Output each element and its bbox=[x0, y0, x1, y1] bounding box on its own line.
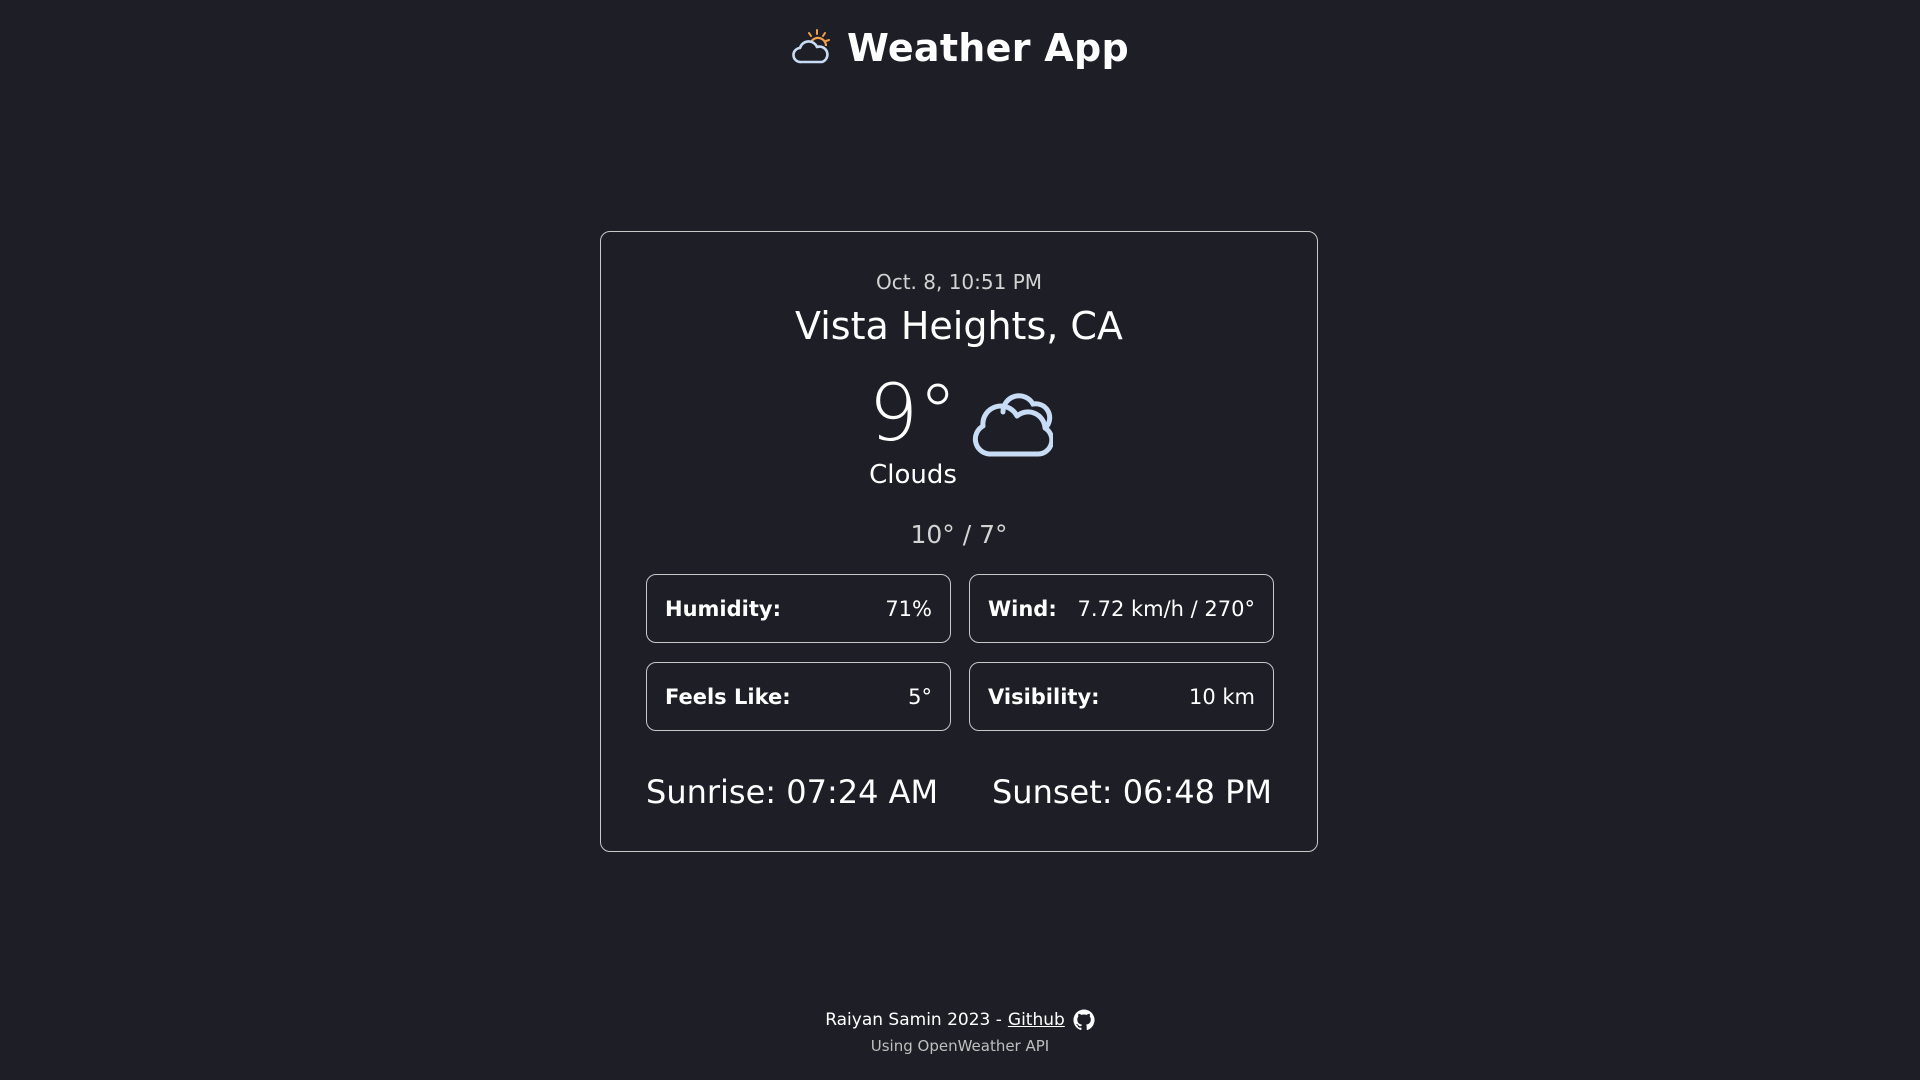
high-low-temperature: 10° / 7° bbox=[910, 520, 1008, 549]
current-temperature: 9° bbox=[868, 369, 958, 459]
wind-label: Wind: bbox=[988, 596, 1057, 621]
visibility-label: Visibility: bbox=[988, 684, 1100, 709]
visibility-value: 10 km bbox=[1188, 684, 1255, 709]
visibility-stat: Visibility: 10 km bbox=[969, 662, 1274, 731]
city-name: Vista Heights, CA bbox=[795, 304, 1123, 348]
app-title: Weather App bbox=[846, 26, 1130, 70]
humidity-label: Humidity: bbox=[665, 596, 781, 621]
app-header: Weather App bbox=[0, 26, 1920, 70]
weather-card: Oct. 8, 10:51 PM Vista Heights, CA 9° Cl… bbox=[600, 231, 1318, 852]
feels-like-label: Feels Like: bbox=[665, 684, 791, 709]
weather-condition: Clouds bbox=[869, 460, 957, 490]
footer: Raiyan Samin 2023 - Github Using OpenWea… bbox=[0, 1009, 1920, 1055]
wind-stat: Wind: 7.72 km/h / 270° bbox=[969, 574, 1274, 643]
feels-like-value: 5° bbox=[908, 684, 932, 709]
humidity-stat: Humidity: 71% bbox=[646, 574, 951, 643]
feels-like-stat: Feels Like: 5° bbox=[646, 662, 951, 731]
github-link[interactable]: Github bbox=[1008, 1010, 1065, 1030]
temperature-block: 9° Clouds bbox=[863, 372, 963, 490]
github-icon[interactable] bbox=[1073, 1009, 1095, 1031]
footer-credit: Raiyan Samin 2023 - Github bbox=[0, 1009, 1920, 1031]
humidity-value: 71% bbox=[885, 596, 932, 621]
date-time: Oct. 8, 10:51 PM bbox=[875, 270, 1043, 294]
wind-value: 7.72 km/h / 270° bbox=[1077, 596, 1255, 621]
sunset-time: Sunset: 06:48 PM bbox=[991, 773, 1272, 811]
api-note: Using OpenWeather API bbox=[870, 1037, 1050, 1055]
sunrise-time: Sunrise: 07:24 AM bbox=[646, 773, 939, 811]
footer-author: Raiyan Samin 2023 - bbox=[825, 1010, 1002, 1030]
sun-behind-cloud-icon bbox=[792, 29, 830, 64]
cloud-icon bbox=[972, 393, 1053, 457]
